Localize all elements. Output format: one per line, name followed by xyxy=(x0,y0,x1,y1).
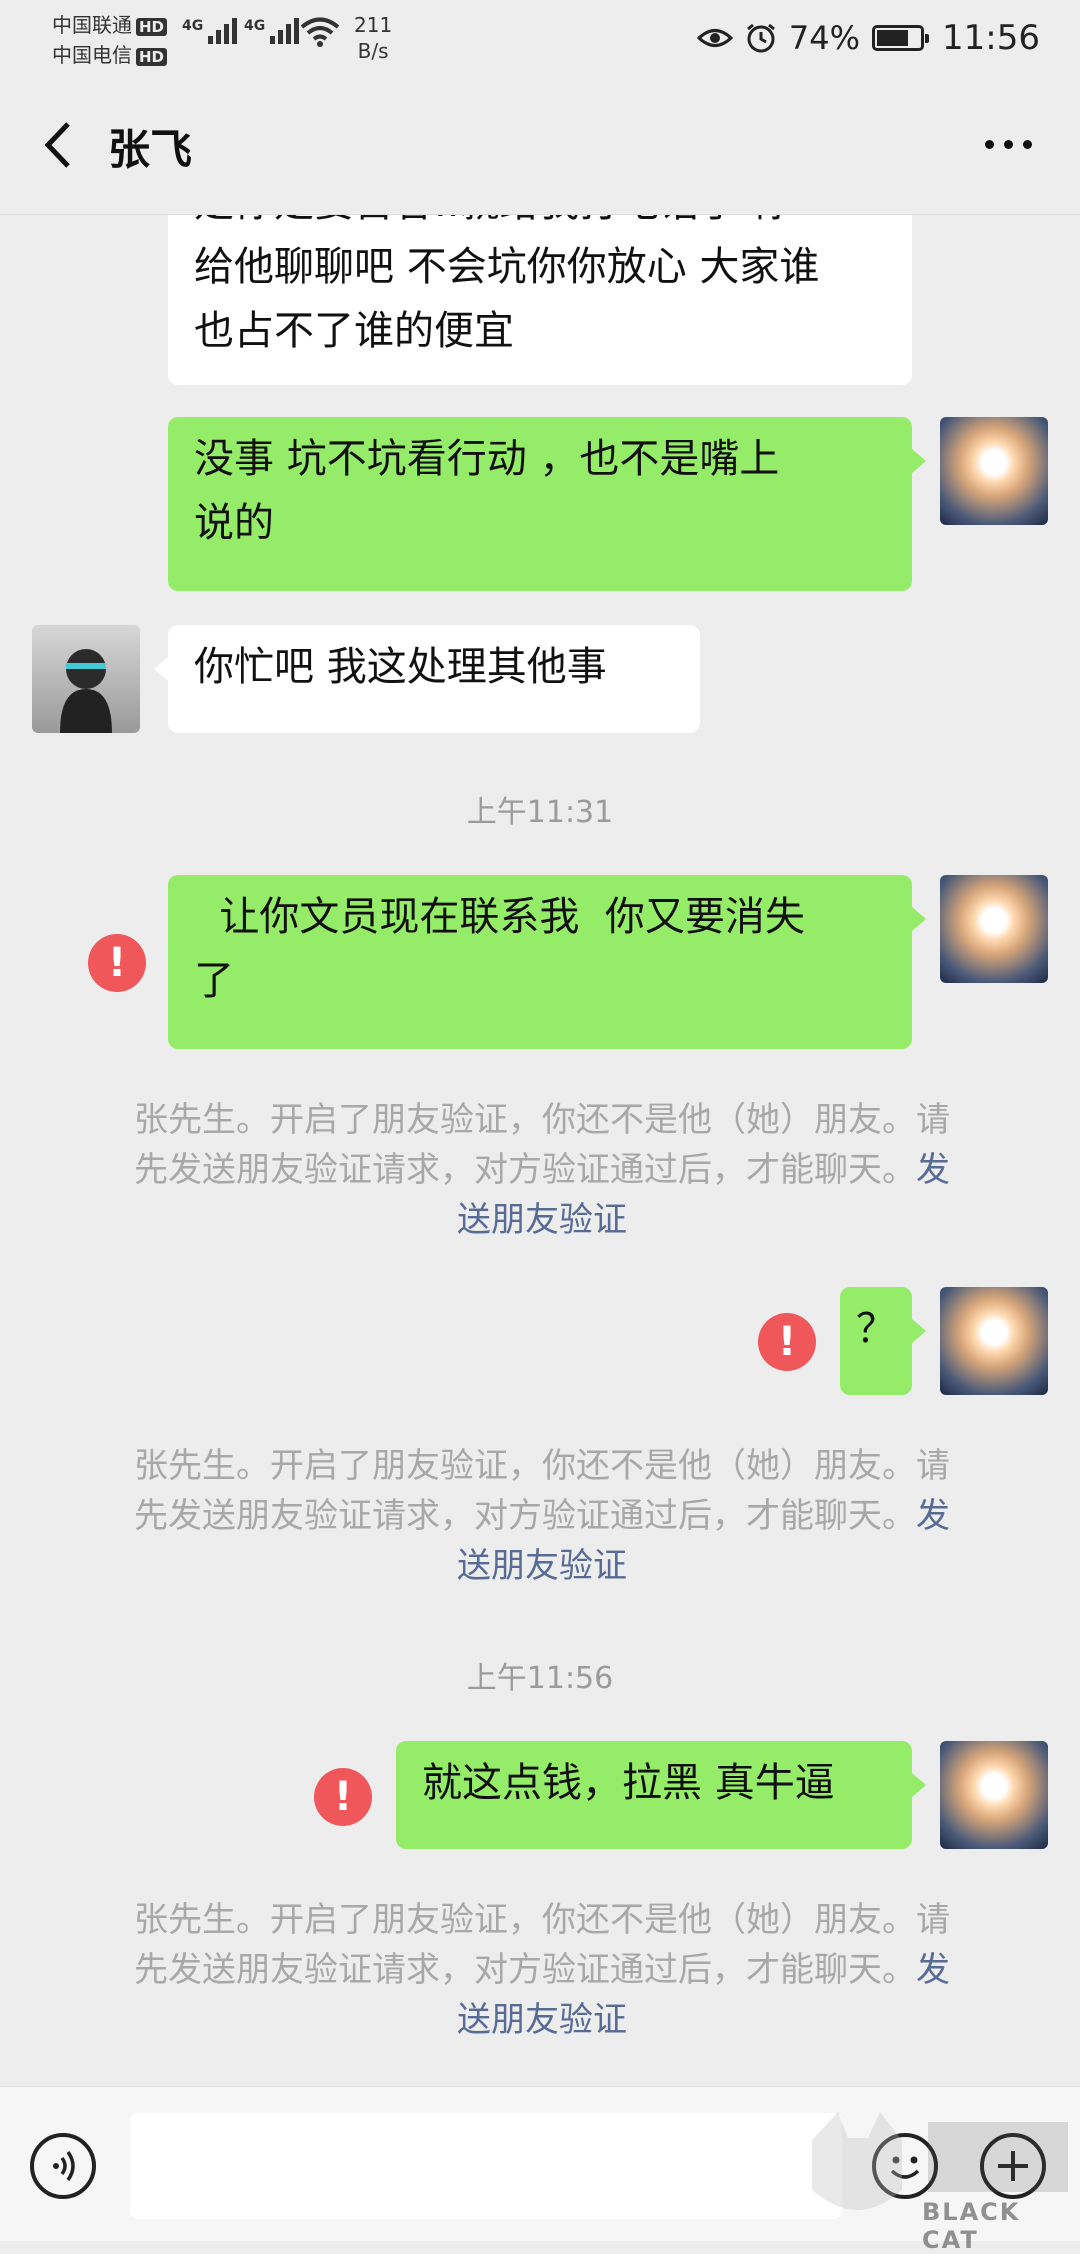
status-right: 74% 11:56 xyxy=(696,18,1040,58)
chevron-left-icon[interactable] xyxy=(38,120,78,170)
outgoing-message[interactable]: 就这点钱，拉黑 真牛逼 xyxy=(396,1741,926,1849)
send-verification-link[interactable]: 发 xyxy=(916,1496,950,1536)
hd-badge: HD xyxy=(136,47,168,66)
send-failed-icon[interactable]: ! xyxy=(88,934,146,992)
outgoing-message[interactable]: 没事 坑不坑看行动 ，也不是嘴上 说的 xyxy=(168,417,926,591)
message-list[interactable]: 是你是要首答..就给我打电话了 你 给他聊聊吧 不会坑你你放心 大家谁 也占不了… xyxy=(0,215,1080,2085)
contact-avatar-icon xyxy=(60,649,112,733)
chat-title: 张飞 xyxy=(108,125,193,174)
system-notice: 张先生。开启了朋友验证，你还不是他（她）朋友。请 先发送朋友验证请求，对方验证通… xyxy=(134,1900,950,2040)
avatar[interactable] xyxy=(940,1741,1048,1849)
system-notice: 张先生。开启了朋友验证，你还不是他（她）朋友。请 先发送朋友验证请求，对方验证通… xyxy=(134,1100,950,1240)
send-verification-link[interactable]: 发 xyxy=(916,1950,950,1990)
send-verification-link[interactable]: 送朋友验证 xyxy=(457,1200,627,1240)
watermark-text: BLACK CAT xyxy=(922,2198,1021,2254)
send-verification-link[interactable]: 发 xyxy=(916,1150,950,1190)
eye-icon xyxy=(696,29,733,47)
incoming-message[interactable]: 是你是要首答..就给我打电话了 你 给他聊聊吧 不会坑你你放心 大家谁 也占不了… xyxy=(168,215,912,385)
more-dots-icon[interactable] xyxy=(985,140,1032,149)
timestamp: 上午11:56 xyxy=(466,1661,614,1696)
send-verification-link[interactable]: 送朋友验证 xyxy=(457,1546,627,1586)
send-verification-link[interactable]: 送朋友验证 xyxy=(457,2000,627,2040)
clock: 11:56 xyxy=(942,18,1040,58)
alarm-icon xyxy=(746,23,775,53)
system-notice: 张先生。开启了朋友验证，你还不是他（她）朋友。请 先发送朋友验证请求，对方验证通… xyxy=(134,1446,950,1586)
carrier-info: 中国联通 HD 中国电信 HD xyxy=(52,10,168,70)
chat-header: 张飞 xyxy=(0,78,1080,215)
avatar[interactable] xyxy=(940,1287,1048,1395)
timestamp: 上午11:31 xyxy=(466,795,614,830)
message-input[interactable] xyxy=(130,2113,842,2219)
outgoing-message[interactable]: 让你文员现在联系我 你又要消失 了 xyxy=(168,875,926,1049)
carrier-2: 中国电信 xyxy=(52,43,132,67)
signal-icon: 4G xyxy=(244,18,300,44)
hd-badge: HD xyxy=(136,17,168,36)
outgoing-message[interactable]: ？ xyxy=(840,1287,926,1395)
avatar[interactable] xyxy=(940,875,1048,983)
send-failed-icon[interactable]: ! xyxy=(758,1313,816,1371)
signal-icon: 4G xyxy=(182,18,238,44)
battery-percent: 74% xyxy=(788,19,861,57)
voice-icon[interactable] xyxy=(30,2133,96,2199)
avatar[interactable] xyxy=(32,625,140,733)
wifi-icon xyxy=(300,17,340,47)
send-failed-icon[interactable]: ! xyxy=(314,1768,372,1826)
status-bar: 中国联通 HD 中国电信 HD 4G 4G 211 B/s 74% 11:56 xyxy=(0,0,1080,78)
incoming-message[interactable]: 你忙吧 我这处理其他事 xyxy=(154,625,700,733)
battery-icon xyxy=(872,25,930,51)
carrier-1: 中国联通 xyxy=(52,13,132,37)
network-speed: 211 B/s xyxy=(354,13,393,63)
avatar[interactable] xyxy=(940,417,1048,525)
